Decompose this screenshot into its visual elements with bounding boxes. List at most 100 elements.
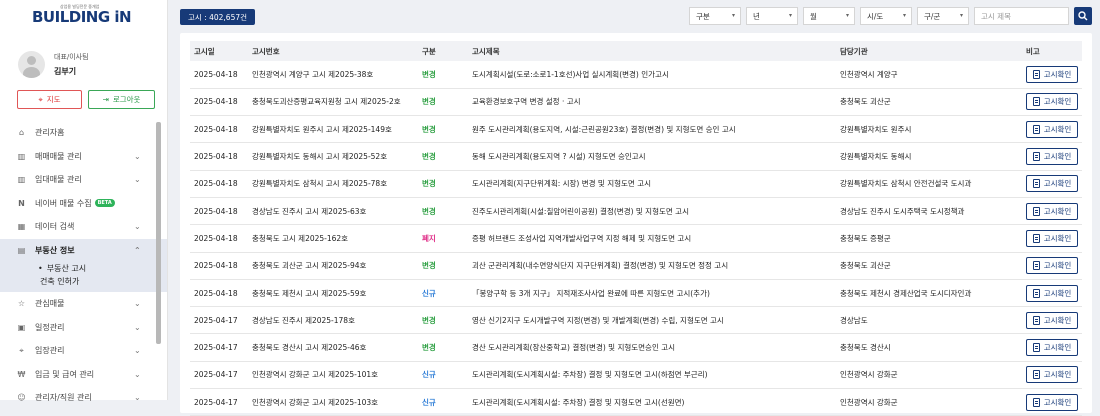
chevron-down-icon: ▾	[788, 12, 792, 19]
sidebar-item-home[interactable]: ⌂ 관리자홈	[0, 121, 167, 145]
view-notice-button[interactable]: 고시확인	[1026, 229, 1078, 247]
search-input[interactable]: 고시 제목	[974, 7, 1069, 25]
cell-kind: 신규	[418, 279, 468, 308]
table-row[interactable]: 2025-04-18 강원특별자치도 원주시 고시 제2025-149호 변경 원주 …	[190, 115, 1082, 144]
sidebar-item-data-search[interactable]: ▦ 데이터 검색 ⌄	[0, 215, 167, 239]
view-notice-button[interactable]: 고시확인	[1026, 202, 1078, 220]
cell-org: 강원특별자치도 삼척시 안전건설국 도시과	[836, 170, 1022, 198]
star-icon: ☆	[17, 299, 26, 309]
view-notice-button[interactable]: 고시확인	[1026, 284, 1078, 302]
view-notice-button[interactable]: 고시확인	[1026, 257, 1078, 275]
cell-number: 강원특별자치도 원주시 고시 제2025-149호	[248, 115, 418, 144]
sidebar-item-staff[interactable]: ☺ 관리자/직원 관리 ⌄	[0, 386, 167, 410]
cell-number: 충청북도괴산증평교육지원청 고시 제2025-2호	[248, 88, 418, 117]
view-notice-label: 고시확인	[1043, 315, 1072, 325]
sidebar-item-payments[interactable]: ₩ 입금 및 급여 관리 ⌄	[0, 363, 167, 387]
view-notice-button[interactable]: 고시확인	[1026, 339, 1078, 357]
table-row[interactable]: 2025-04-18 충청북도괴산증평교육지원청 고시 제2025-2호 변경 교육환…	[190, 88, 1082, 117]
cell-note: 고시확인	[1022, 197, 1082, 226]
submenu-item-notice[interactable]: • 부동산 고시	[38, 262, 167, 275]
view-notice-button[interactable]: 고시확인	[1026, 120, 1078, 138]
table-row[interactable]: 2025-04-17 인천광역시 강화군 고시 제2025-101호 신규 도시관리계…	[190, 361, 1082, 390]
view-notice-label: 고시확인	[1043, 397, 1072, 407]
view-notice-button[interactable]: 고시확인	[1026, 366, 1078, 384]
view-notice-label: 고시확인	[1043, 261, 1072, 271]
sidebar-item-label: 부동산 정보	[35, 245, 75, 255]
district-select[interactable]: 구/군 ▾	[917, 7, 969, 25]
view-notice-label: 고시확인	[1043, 370, 1072, 380]
cell-date: 2025-04-18	[190, 115, 248, 144]
document-icon	[1032, 97, 1040, 107]
month-select[interactable]: 월 ▾	[803, 7, 855, 25]
cell-date: 2025-04-18	[190, 252, 248, 280]
cell-org: 충청북도 증평군	[836, 224, 1022, 253]
table-row[interactable]: 2025-04-18 인천광역시 계양구 고시 제2025-38호 변경 도시계획시설…	[190, 61, 1082, 89]
document-icon	[1032, 233, 1040, 243]
chevron-down-icon: ▾	[845, 12, 849, 19]
cell-note: 고시확인	[1022, 388, 1082, 416]
chevron-down-icon: ⌄	[134, 322, 141, 332]
cell-kind: 신규	[418, 361, 468, 390]
view-notice-button[interactable]: 고시확인	[1026, 311, 1078, 329]
table-row[interactable]: 2025-04-18 충청북도 제천시 고시 제2025-59호 신규 「봉양구학 등…	[190, 279, 1082, 308]
sidebar-item-sale-listings[interactable]: ▥ 매매매물 관리 ⌄	[0, 145, 167, 169]
view-notice-button[interactable]: 고시확인	[1026, 93, 1078, 111]
type-select[interactable]: 구분 ▾	[689, 7, 741, 25]
search-button[interactable]	[1074, 7, 1092, 25]
cell-number: 인천광역시 계양구 고시 제2025-38호	[248, 61, 418, 89]
table-row[interactable]: 2025-04-18 충청북도 괴산군 고시 제2025-94호 변경 괴산 군관리계…	[190, 252, 1082, 280]
view-notice-button[interactable]: 고시확인	[1026, 393, 1078, 411]
col-header-kind: 구분	[418, 41, 468, 61]
map-icon: ⌖	[38, 94, 43, 104]
sidebar-item-naver-collect[interactable]: N 네이버 매물 수집 BETA	[0, 192, 167, 216]
sidebar-item-site-visit[interactable]: ⌖ 임장관리 ⌄	[0, 339, 167, 363]
top-bar: 고시 : 402,657건 구분 ▾ 년 ▾ 월 ▾ 시/도 ▾ 구/군 ▾ 고시 제목	[168, 0, 1100, 33]
view-notice-label: 고시확인	[1043, 288, 1072, 298]
table-row[interactable]: 2025-04-17 경상남도 진주시 제2025-178호 변경 영산 신기2지구 …	[190, 306, 1082, 335]
month-select-value: 월	[810, 11, 817, 21]
cell-note: 고시확인	[1022, 88, 1082, 117]
sidebar-item-favorites[interactable]: ☆ 관심매물 ⌄	[0, 292, 167, 316]
chevron-down-icon: ▾	[902, 12, 906, 19]
submenu-item-label: 부동산 고시	[46, 264, 87, 273]
cell-kind: 변경	[418, 197, 468, 226]
chevron-down-icon: ⌄	[134, 393, 141, 402]
sidebar-item-rent-listings[interactable]: ▥ 임대매물 관리 ⌄	[0, 168, 167, 192]
submenu-item-permit[interactable]: 건축 인허가	[38, 275, 167, 288]
cell-title: 「봉양구학 등 3개 지구」 지적재조사사업 완료에 따른 지형도면 고시(추가…	[468, 279, 836, 308]
naver-icon: N	[18, 198, 25, 208]
table-body: 2025-04-18 인천광역시 계양구 고시 제2025-38호 변경 도시계획시설…	[190, 61, 1082, 416]
filter-bar: 구분 ▾ 년 ▾ 월 ▾ 시/도 ▾ 구/군 ▾ 고시 제목	[689, 7, 1092, 25]
cell-title: 도시관리계획(도시계획시설: 주차장) 결정 및 지형도면 고시(선원면)	[468, 388, 836, 416]
year-select[interactable]: 년 ▾	[746, 7, 798, 25]
cell-title: 경산 도시관리계획(장산중학교) 결정(변경) 및 지형도면승인 고시	[468, 333, 836, 362]
cell-note: 고시확인	[1022, 170, 1082, 198]
province-select[interactable]: 시/도 ▾	[860, 7, 912, 25]
sidebar-item-schedule[interactable]: ▣ 일정관리 ⌄	[0, 316, 167, 340]
table-row[interactable]: 2025-04-18 충청북도 고시 제2025-162호 폐지 증평 허브랜드 조성…	[190, 224, 1082, 253]
table-row[interactable]: 2025-04-18 강원특별자치도 동해시 고시 제2025-52호 변경 동해 도…	[190, 142, 1082, 171]
cell-org: 충청북도 괴산군	[836, 252, 1022, 280]
view-notice-button[interactable]: 고시확인	[1026, 175, 1078, 193]
map-button[interactable]: ⌖ 지도	[17, 90, 82, 109]
chevron-down-icon: ⌄	[134, 175, 141, 184]
table-row[interactable]: 2025-04-17 인천광역시 강화군 고시 제2025-103호 신규 도시관리계…	[190, 388, 1082, 416]
submenu-item-label: 건축 인허가	[40, 277, 80, 286]
table-row[interactable]: 2025-04-18 강원특별자치도 삼척시 고시 제2025-78호 변경 도시관리…	[190, 170, 1082, 198]
cell-number: 인천광역시 강화군 고시 제2025-103호	[248, 388, 418, 416]
sidebar-item-realestate-info[interactable]: ▤ 부동산 정보 ⌃	[0, 238, 167, 262]
cell-date: 2025-04-18	[190, 197, 248, 226]
cell-date: 2025-04-18	[190, 170, 248, 198]
logo[interactable]: 상업용 빌딩전문 중개업 BUILDING iN	[0, 0, 167, 30]
cell-org: 충청북도 경산시	[836, 333, 1022, 362]
cell-date: 2025-04-18	[190, 142, 248, 171]
sidebar-scrollbar[interactable]	[156, 122, 161, 344]
table-row[interactable]: 2025-04-17 충청북도 경산시 고시 제2025-46호 변경 경산 도시관리…	[190, 333, 1082, 362]
table-row[interactable]: 2025-04-18 경상남도 진주시 고시 제2025-63호 변경 진주도시관리계…	[190, 197, 1082, 226]
view-notice-button[interactable]: 고시확인	[1026, 65, 1078, 83]
home-icon: ⌂	[18, 128, 25, 138]
view-notice-button[interactable]: 고시확인	[1026, 148, 1078, 166]
document-icon	[1032, 288, 1040, 298]
cell-number: 강원특별자치도 삼척시 고시 제2025-78호	[248, 170, 418, 198]
logout-button[interactable]: ⇥ 로그아웃	[88, 90, 155, 109]
